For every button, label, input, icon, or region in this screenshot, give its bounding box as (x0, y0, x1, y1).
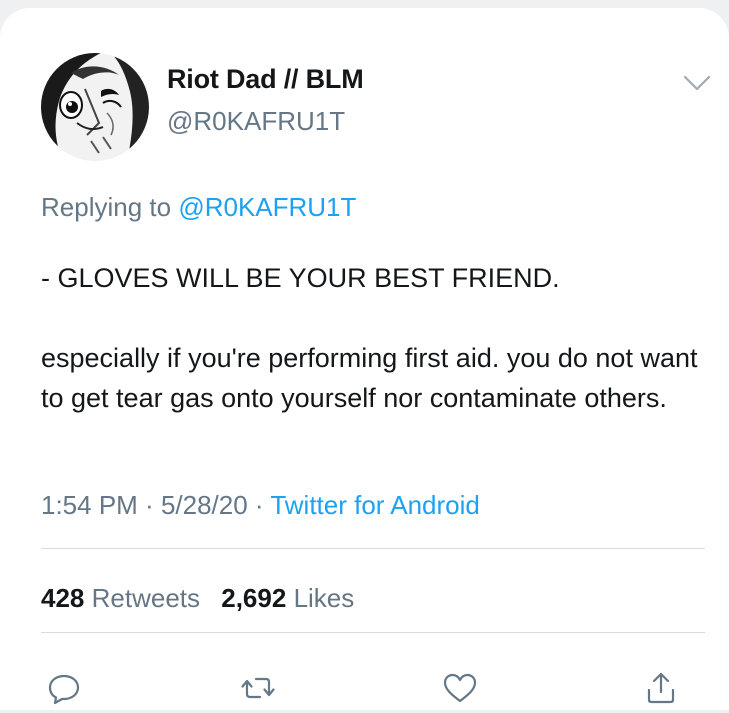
author-handle[interactable]: @R0KAFRU1T (167, 106, 345, 137)
avatar[interactable] (41, 53, 149, 161)
tweet-time[interactable]: 1:54 PM (41, 490, 138, 520)
tweet-source[interactable]: Twitter for Android (270, 490, 480, 520)
meta-separator: · (247, 490, 271, 520)
chevron-down-icon[interactable] (680, 68, 714, 98)
retweets-stat[interactable]: 428 Retweets (41, 583, 200, 613)
author-display-name[interactable]: Riot Dad // BLM (167, 64, 364, 95)
heart-icon[interactable] (440, 668, 480, 708)
retweets-label: Retweets (91, 583, 201, 613)
likes-count: 2,692 (221, 583, 287, 613)
tweet-text: - GLOVES WILL BE YOUR BEST FRIEND. espec… (41, 258, 711, 418)
avatar-drawing (41, 53, 149, 161)
share-upload-icon[interactable] (641, 668, 681, 708)
tweet-stats: 428 Retweets 2,692 Likes (41, 583, 368, 614)
tweet-date[interactable]: 5/28/20 (161, 490, 248, 520)
replying-to-mention[interactable]: @R0KAFRU1T (178, 192, 356, 222)
tweet-actions (0, 668, 729, 708)
divider (41, 548, 705, 549)
replying-to-label: Replying to (41, 192, 172, 222)
speech-bubble-icon[interactable] (44, 668, 84, 708)
replying-to-line: Replying to @R0KAFRU1T (41, 192, 356, 223)
retweets-count: 428 (41, 583, 85, 613)
tweet-text-line: especially if you're performing first ai… (41, 343, 698, 413)
divider (41, 632, 705, 633)
meta-separator: · (137, 490, 161, 520)
tweet-text-line: - GLOVES WILL BE YOUR BEST FRIEND. (41, 263, 560, 293)
tweet-metadata: 1:54 PM · 5/28/20 · Twitter for Android (41, 490, 480, 521)
tweet-card: Riot Dad // BLM @R0KAFRU1T Replying to @… (0, 8, 729, 710)
likes-label: Likes (293, 583, 355, 613)
likes-stat[interactable]: 2,692 Likes (221, 583, 354, 613)
retweet-arrows-icon[interactable] (238, 668, 278, 708)
